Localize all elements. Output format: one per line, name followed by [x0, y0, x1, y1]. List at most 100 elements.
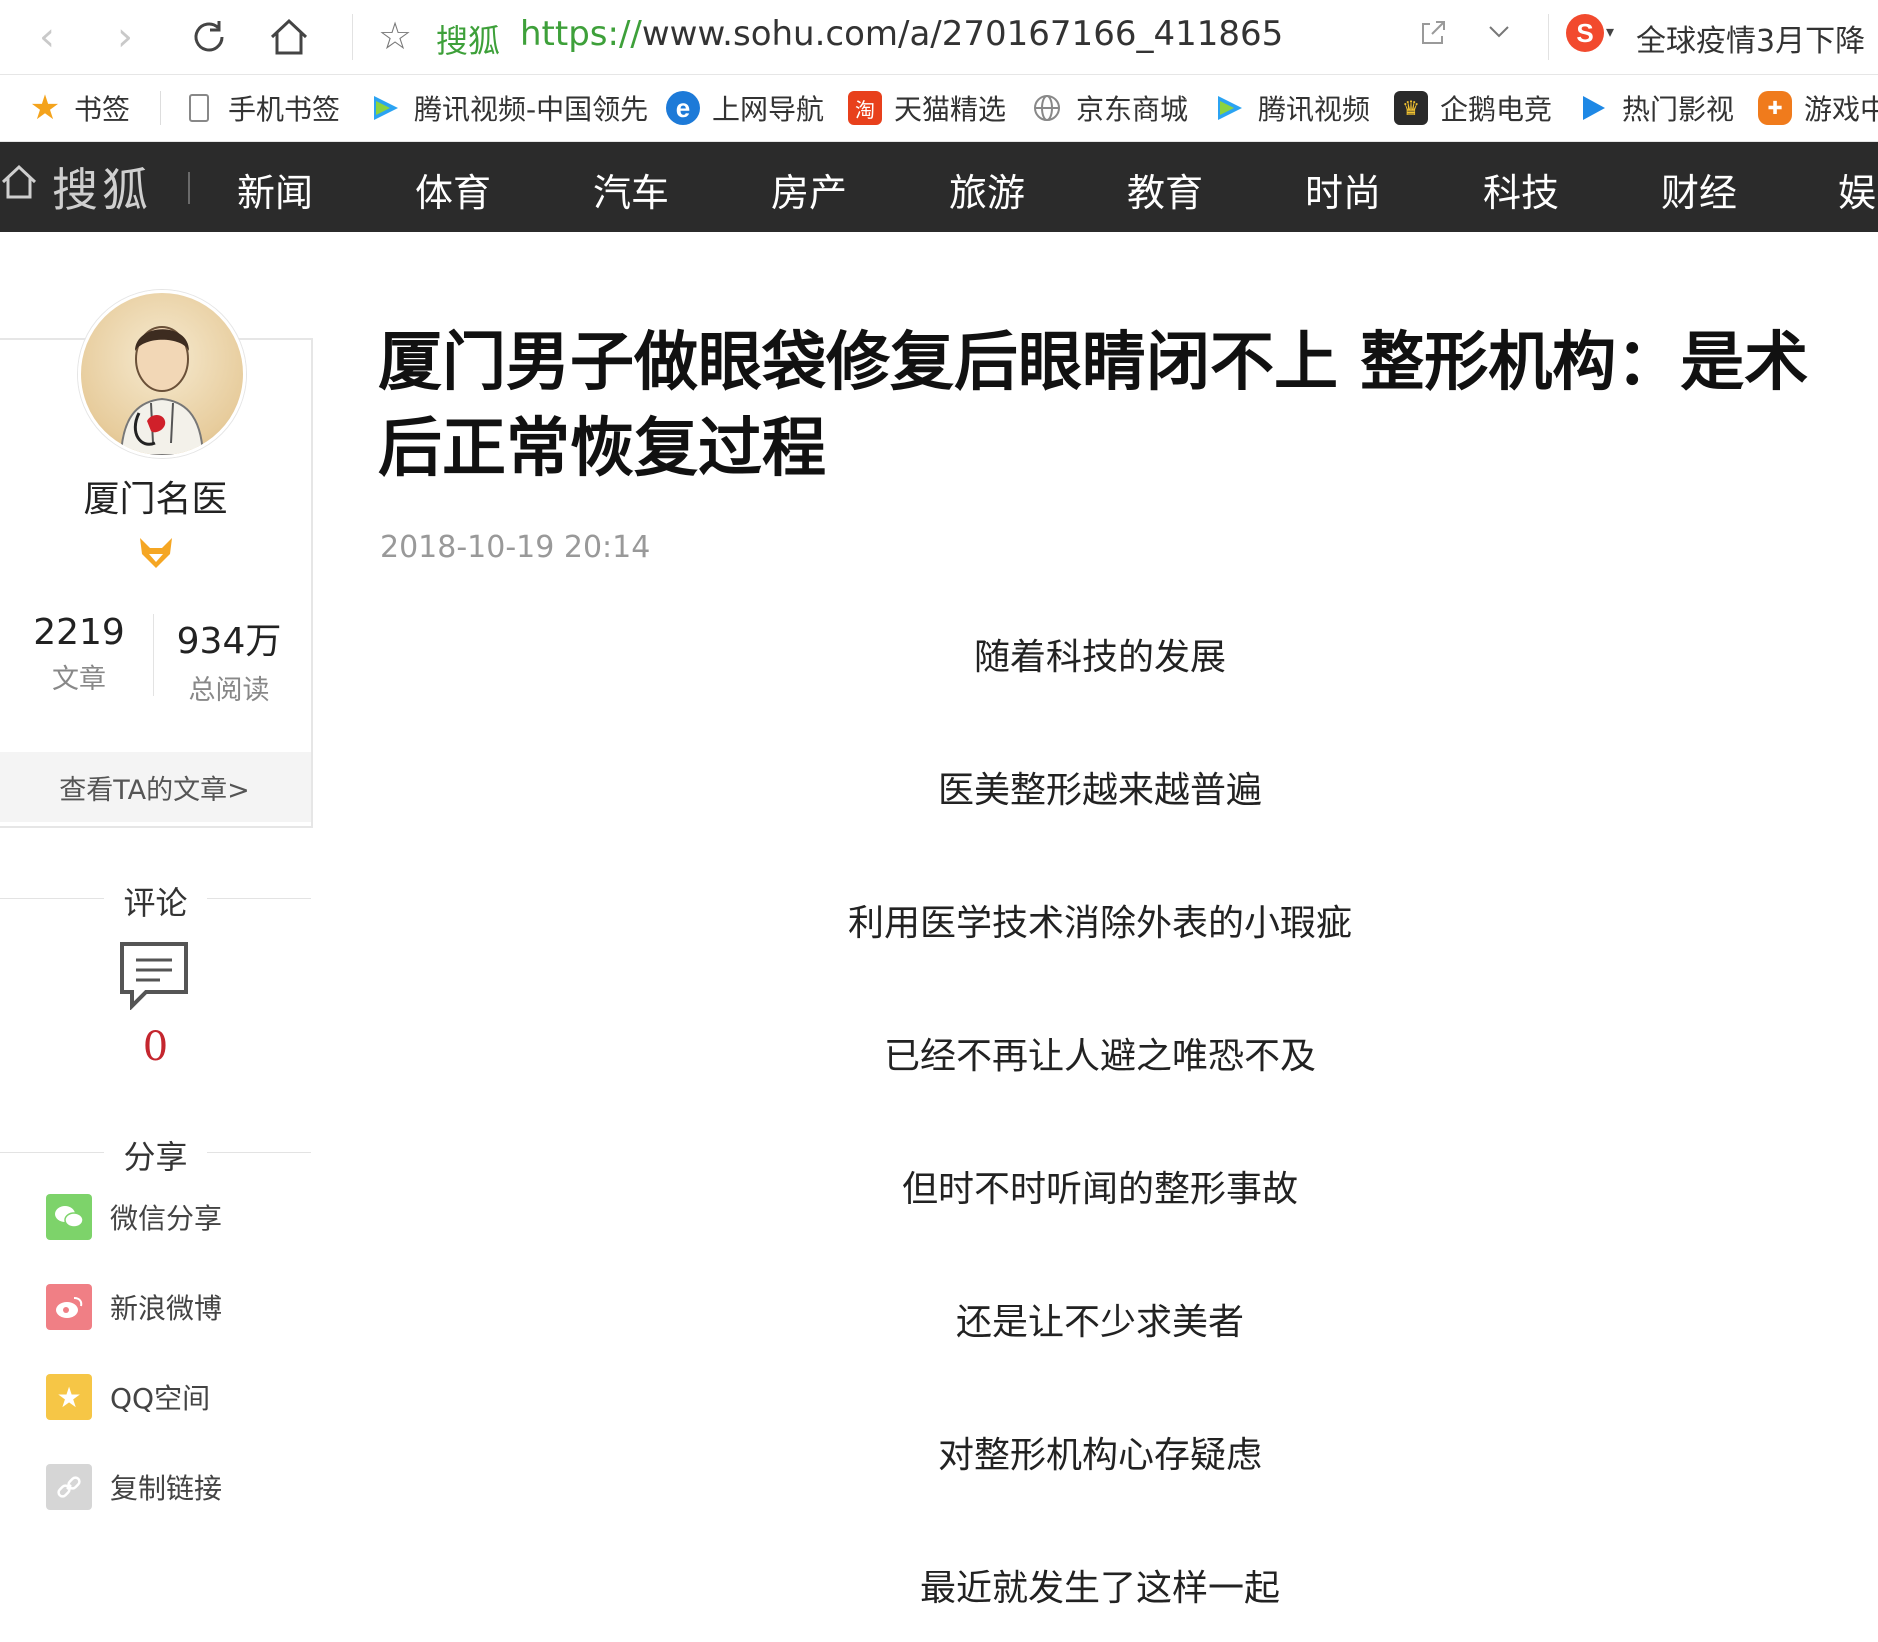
article-paragraph: 但时不时听闻的整形事故: [901, 1169, 1298, 1210]
articles-stat: 2219 文章: [4, 612, 154, 696]
url-path: www.sohu.com/a/270167166_411865: [641, 14, 1284, 54]
divider: [352, 14, 353, 60]
hot-search-text[interactable]: 全球疫情3月下降: [1636, 16, 1865, 60]
address-bar: ‹ › ☆ 搜狐 https://www.sohu.com/a/27016716…: [0, 0, 1878, 75]
bookmark-item[interactable]: 淘 天猫精选: [848, 89, 1006, 127]
nav-item-house[interactable]: 房产: [771, 162, 847, 217]
url-protocol: https://: [520, 14, 642, 54]
share-qzone[interactable]: ★ QQ空间: [46, 1374, 210, 1420]
nav-item-finance[interactable]: 财经: [1661, 162, 1737, 217]
reload-button[interactable]: [182, 10, 236, 64]
bookmark-label: 游戏中: [1804, 93, 1878, 126]
articles-label: 文章: [52, 664, 106, 695]
sohu-logo[interactable]: 搜狐: [0, 160, 152, 217]
share-label: 复制链接: [110, 1472, 223, 1505]
ie-icon: e: [666, 91, 700, 125]
bookmark-label: 京东商城: [1076, 93, 1189, 126]
nav-item-fashion[interactable]: 时尚: [1305, 162, 1381, 217]
divider: [1548, 14, 1549, 60]
article-title: 厦门男子做眼袋修复后眼睛闭不上 整形机构：是术后正常恢复过程: [378, 326, 1809, 486]
back-button[interactable]: ‹: [20, 10, 74, 64]
share-weibo[interactable]: 新浪微博: [46, 1284, 222, 1330]
gamepad-icon: ✚: [1758, 91, 1792, 125]
qzone-icon: ★: [46, 1374, 92, 1420]
home-icon: [270, 18, 308, 55]
bookmark-label: 书签: [74, 93, 131, 126]
nav-item-sports[interactable]: 体育: [415, 162, 491, 217]
publish-time: 2018-10-19 20:14: [380, 530, 651, 565]
forward-button[interactable]: ›: [98, 10, 152, 64]
bookmark-item[interactable]: e 上网导航: [666, 89, 824, 127]
bookmark-item[interactable]: 腾讯视频: [1212, 89, 1370, 127]
home-button[interactable]: [262, 10, 316, 64]
search-engine-icon[interactable]: S: [1566, 14, 1604, 52]
comments-header: 评论: [0, 878, 311, 922]
fox-badge-icon: [136, 536, 176, 570]
share-copy-link[interactable]: 复制链接: [46, 1464, 222, 1510]
bookmarks-bar: ★ 书签 手机书签 腾讯视频-中国领先 e 上网导航 淘 天猫精选 京东商城 腾…: [0, 75, 1878, 142]
bookmark-item[interactable]: 手机书签: [182, 89, 340, 127]
reload-icon: [194, 21, 224, 52]
nav-item-tech[interactable]: 科技: [1483, 162, 1559, 217]
nav-item-news[interactable]: 新闻: [237, 162, 313, 217]
bookmark-label: 天猫精选: [894, 93, 1007, 126]
bookmark-label: 腾讯视频-中国领先: [414, 93, 649, 126]
tencent-video-icon: [368, 91, 402, 125]
divider: [188, 172, 190, 204]
chevron-left-icon: ‹: [39, 14, 55, 60]
bookmark-label: 上网导航: [712, 93, 825, 126]
nav-item-education[interactable]: 教育: [1127, 162, 1203, 217]
bookmark-item[interactable]: ♛ 企鹅电竞: [1394, 89, 1552, 127]
link-icon: [46, 1464, 92, 1510]
share-heading: 分享: [123, 1138, 188, 1176]
favorite-star-icon[interactable]: ☆: [378, 14, 412, 58]
comments-heading: 评论: [123, 884, 188, 922]
reads-stat: 934万 总阅读: [154, 612, 304, 707]
chevron-right-icon: ›: [117, 14, 133, 60]
articles-count: 2219: [33, 612, 125, 653]
share-label: 新浪微博: [110, 1292, 223, 1325]
wechat-icon: [46, 1194, 92, 1240]
play-icon: [1576, 91, 1610, 125]
bookmark-label: 手机书签: [228, 93, 341, 126]
bookmark-item[interactable]: ✚ 游戏中: [1758, 89, 1878, 127]
nav-item-auto[interactable]: 汽车: [593, 162, 669, 217]
article-paragraph: 已经不再让人避之唯恐不及: [883, 1036, 1316, 1077]
chevron-down-icon[interactable]: [1486, 16, 1512, 54]
bookmark-item[interactable]: 京东商城: [1030, 89, 1188, 127]
author-name[interactable]: 厦门名医: [0, 470, 311, 522]
caret-down-icon[interactable]: ▾: [1606, 22, 1614, 41]
logo-text: 搜狐: [52, 163, 152, 217]
divider: [207, 898, 311, 899]
star-icon: ★: [29, 88, 61, 128]
nav-item-travel[interactable]: 旅游: [949, 162, 1025, 217]
article-paragraph: 最近就发生了这样一起: [919, 1568, 1280, 1609]
bookmark-label: 热门影视: [1622, 93, 1735, 126]
comment-count[interactable]: 0: [0, 1024, 311, 1070]
article-paragraph: 医美整形越来越普遍: [937, 770, 1262, 811]
share-label: QQ空间: [110, 1382, 211, 1415]
phone-icon: [182, 91, 216, 125]
penguin-esports-icon: ♛: [1394, 91, 1428, 125]
share-page-icon[interactable]: [1418, 18, 1448, 56]
comment-icon[interactable]: [118, 940, 190, 1011]
bookmark-item[interactable]: 热门影视: [1576, 89, 1734, 127]
article-paragraph: 利用医学技术消除外表的小瑕疵: [847, 903, 1352, 944]
article-paragraph: 还是让不少求美者: [955, 1302, 1244, 1343]
share-label: 微信分享: [110, 1202, 223, 1235]
site-badge: 搜狐: [436, 22, 501, 60]
bookmark-item[interactable]: 腾讯视频-中国领先: [368, 89, 648, 127]
share-wechat[interactable]: 微信分享: [46, 1194, 222, 1240]
bookmark-label: 企鹅电竞: [1440, 93, 1553, 126]
bookmark-item[interactable]: ★ 书签: [28, 88, 131, 128]
reads-label: 总阅读: [188, 675, 270, 706]
home-icon: [0, 163, 38, 211]
url-field[interactable]: https://www.sohu.com/a/270167166_411865: [520, 14, 1283, 54]
nav-item-entertainment[interactable]: 娱: [1838, 162, 1876, 217]
weibo-icon: [46, 1284, 92, 1330]
tencent-video-icon: [1212, 91, 1246, 125]
view-articles-link[interactable]: 查看TA的文章>: [0, 752, 311, 822]
divider: [207, 1152, 311, 1153]
author-avatar[interactable]: [78, 290, 246, 458]
bookmark-label: 腾讯视频: [1258, 93, 1371, 126]
